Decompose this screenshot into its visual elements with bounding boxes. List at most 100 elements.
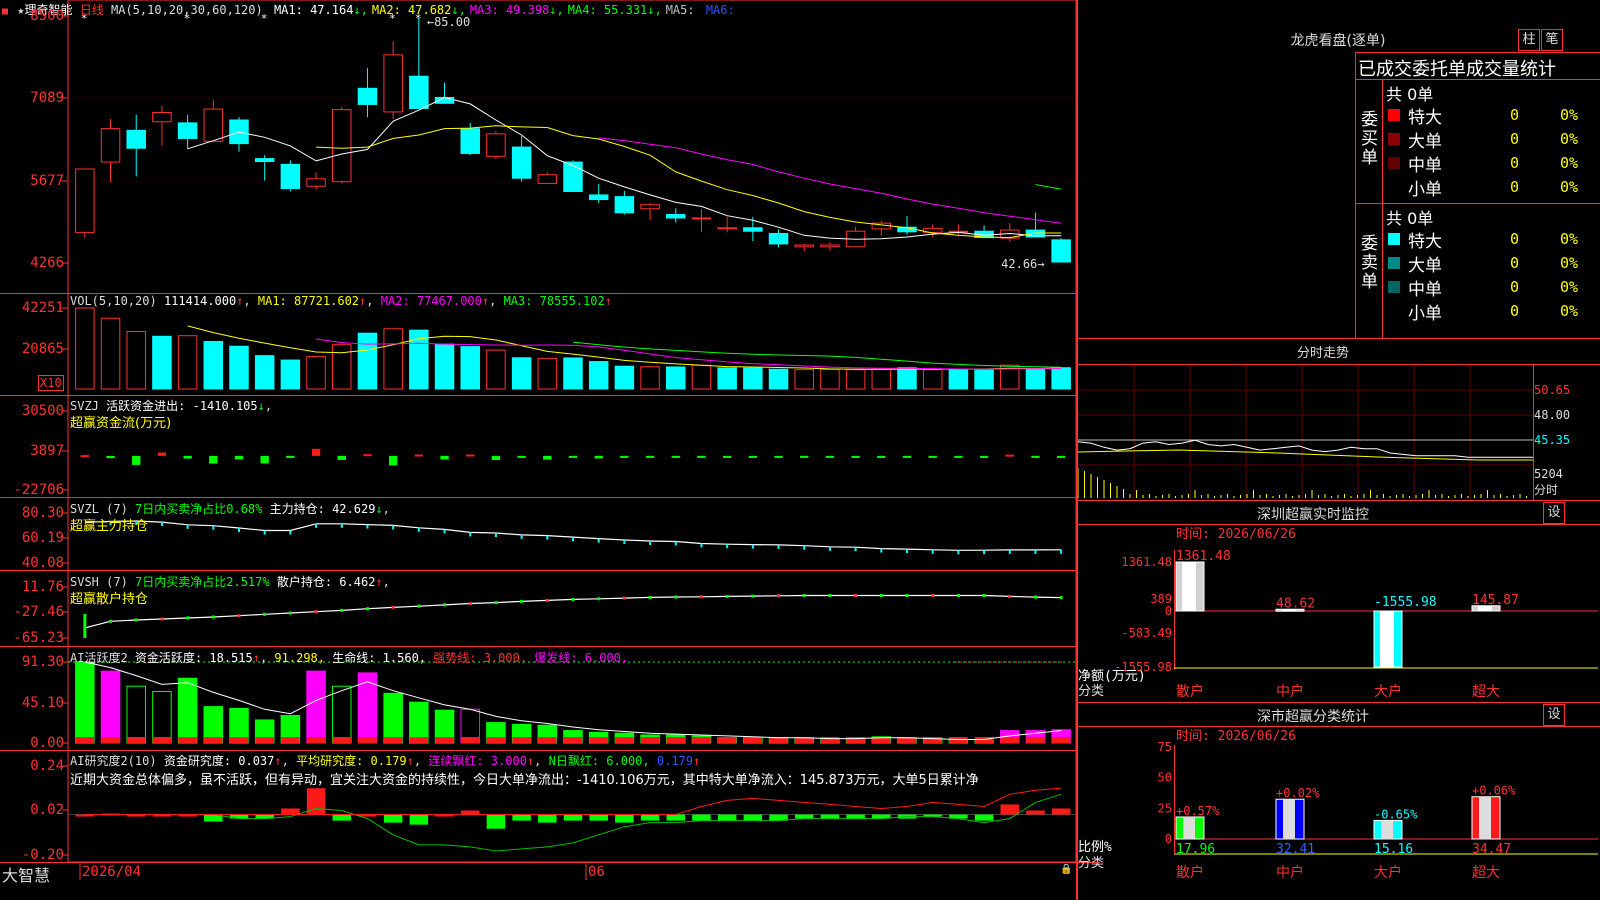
svzj-bar bbox=[440, 455, 449, 460]
volume-bar bbox=[614, 365, 635, 390]
svsh-dot bbox=[237, 614, 241, 618]
ai2-line_green bbox=[84, 793, 1062, 852]
y-tick-label: 3897 bbox=[30, 443, 64, 459]
order-stats-box: 已成交委托单成交量统计 委买单 委卖单 共 0单 共 0单 特大 0 0% 大单 0 0%… bbox=[1355, 52, 1600, 338]
row-count: 0 bbox=[1510, 154, 1520, 172]
row-name: 中单 bbox=[1408, 156, 1442, 176]
ai1-base-bar bbox=[152, 737, 172, 743]
volume-bar bbox=[974, 369, 994, 390]
legend-swatch bbox=[1388, 257, 1400, 269]
row-name: 中单 bbox=[1408, 280, 1442, 300]
volume-bar bbox=[794, 369, 814, 390]
svzl-tick bbox=[726, 544, 729, 549]
ai2-bar bbox=[974, 814, 994, 821]
candle-body bbox=[306, 178, 326, 187]
svzl-tick bbox=[674, 541, 677, 546]
volume-bar bbox=[588, 361, 609, 390]
row-pct: 0% bbox=[1560, 254, 1579, 272]
svzj-bar bbox=[902, 455, 912, 458]
svzj-bar bbox=[132, 455, 141, 465]
classify-bar-highlight bbox=[1283, 799, 1295, 839]
ma-values: MA1: 47.164↓, MA2: 47.682↓, MA3: 49.398↓, M… bbox=[270, 3, 735, 17]
buy-label: 委买单 bbox=[1361, 110, 1378, 168]
bar-view-button[interactable]: 柱 bbox=[1518, 29, 1540, 51]
row-name: 特大 bbox=[1408, 232, 1442, 252]
ai2-header: AI研究度2(10) 资金研究度: 0.037↑, 平均研究度: 0.179↑,… bbox=[70, 754, 701, 768]
svsh-dot bbox=[802, 593, 806, 597]
svzl-tick bbox=[983, 550, 986, 555]
y-tick-label: 40.08 bbox=[21, 555, 64, 571]
row-count: 0 bbox=[1510, 130, 1520, 148]
svzj-bar bbox=[260, 455, 269, 464]
row-pct: 0% bbox=[1560, 278, 1579, 296]
svzl-tick bbox=[417, 527, 420, 532]
ma-value-4: MA4: 55.331 bbox=[567, 3, 648, 17]
y-tick-label: 5677 bbox=[30, 173, 64, 189]
candle-body bbox=[537, 174, 558, 184]
fenshi-vol-tick: 5204 bbox=[1534, 467, 1563, 481]
vol-value: 111414.000 bbox=[163, 294, 237, 308]
svsh-dot bbox=[751, 594, 755, 598]
ai1-base-bar bbox=[306, 737, 326, 743]
svzl-tick bbox=[1034, 549, 1037, 554]
classify-value-label: 34.47 bbox=[1472, 842, 1511, 857]
date-mid: 06 bbox=[588, 864, 605, 880]
svzl-tick bbox=[1060, 549, 1063, 554]
monitor-time: 时间: 2026/06/26 bbox=[1176, 527, 1296, 542]
svzj-bar bbox=[543, 455, 552, 460]
svzl-tick bbox=[263, 530, 266, 535]
candle-body bbox=[743, 227, 763, 232]
ai1-base-bar bbox=[75, 737, 95, 743]
monitor-value-label: 48.62 bbox=[1276, 596, 1315, 611]
ma-value-2: MA2: 47.682 bbox=[371, 3, 452, 17]
y-tick-label: 42251 bbox=[21, 300, 64, 316]
legend-swatch bbox=[1388, 233, 1400, 245]
svzj-bar bbox=[825, 455, 835, 458]
svzj-bar bbox=[1031, 455, 1040, 458]
fenshi-chart[interactable]: 50.65 48.00 45.35 5204 分时 bbox=[1078, 365, 1600, 500]
pen-view-button[interactable]: 笔 bbox=[1541, 29, 1563, 51]
y-tick-label: 7089 bbox=[30, 90, 64, 106]
ma-value-5: MA5: bbox=[665, 3, 702, 17]
monitor-settings-button[interactable]: 设 bbox=[1543, 502, 1565, 524]
period-label[interactable]: 日线 bbox=[80, 3, 104, 17]
svsh-dot bbox=[494, 601, 498, 605]
ai2-bar bbox=[1051, 808, 1071, 815]
svzl-label2: 主力持仓: 42.629 bbox=[269, 502, 376, 516]
svsh-dot bbox=[134, 618, 138, 622]
lock-icon[interactable]: 🔒 bbox=[1060, 864, 1072, 875]
ai1-base-bar bbox=[178, 737, 197, 743]
svzj-bar bbox=[363, 454, 372, 457]
row-pct: 0% bbox=[1560, 178, 1579, 196]
svzl-tick bbox=[854, 547, 857, 552]
volume-bar bbox=[100, 317, 121, 390]
ai1-base-bar bbox=[126, 737, 146, 743]
candle-body bbox=[486, 133, 506, 157]
monitor-category: 超大 bbox=[1472, 684, 1500, 700]
classify-bar-highlight bbox=[1479, 796, 1491, 839]
ai2-label4: N日飘红: 6.000, bbox=[548, 754, 650, 768]
candle-body bbox=[1051, 239, 1071, 263]
legend-swatch bbox=[1388, 157, 1400, 169]
ma-arrow-4: ↓, bbox=[647, 3, 662, 17]
svsh-name: SVSH (7) bbox=[70, 575, 128, 589]
svzl-tick bbox=[212, 525, 215, 530]
volume-bar bbox=[922, 369, 943, 390]
svzl-tick bbox=[443, 529, 446, 534]
svzj-bar bbox=[954, 455, 963, 458]
classify-settings-button[interactable]: 设 bbox=[1543, 704, 1565, 726]
volume-bar bbox=[511, 357, 532, 390]
svzl-tick bbox=[238, 528, 240, 533]
svzj-bar bbox=[697, 455, 706, 458]
svzl-tick bbox=[392, 525, 395, 530]
ai1-base-bar bbox=[281, 737, 300, 743]
candle-body bbox=[511, 146, 532, 179]
monitor-tick: -583.49 bbox=[1121, 626, 1172, 640]
svzj-bar bbox=[414, 454, 424, 457]
candle-body bbox=[75, 168, 95, 233]
svzl-label1: 7日内买卖净占比0.68% bbox=[135, 502, 263, 516]
vol-unit-badge[interactable]: X10 bbox=[38, 375, 64, 391]
ai1-base-bar bbox=[358, 737, 377, 743]
row-name: 特大 bbox=[1408, 108, 1442, 128]
ai2-bar bbox=[692, 814, 711, 821]
